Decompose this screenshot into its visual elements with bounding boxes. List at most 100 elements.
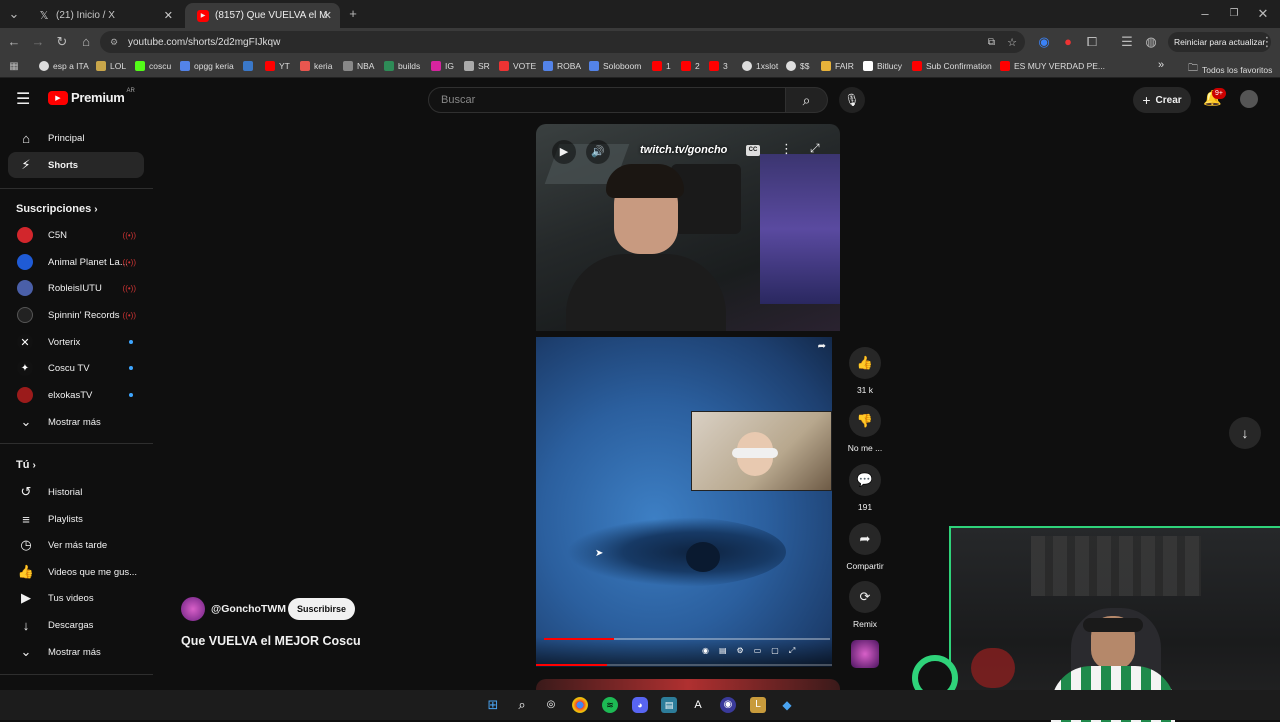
bookmark-star-icon[interactable]: ☆ xyxy=(1007,36,1017,49)
tab-x-home[interactable]: 𝕏 (21) Inicio / X ✕ xyxy=(26,3,181,28)
reload-icon[interactable]: ↻ xyxy=(54,34,70,50)
maximize-icon[interactable]: ❐ xyxy=(1226,6,1242,22)
forward-icon[interactable]: → xyxy=(30,34,46,50)
bookmark-item[interactable]: LOL xyxy=(96,61,126,71)
next-short-button[interactable]: ↓ xyxy=(1229,417,1261,449)
sidebar-item-watch-later[interactable]: ◷ Ver más tarde xyxy=(8,532,144,558)
bookmark-item[interactable] xyxy=(243,61,257,71)
next-short-preview[interactable] xyxy=(536,679,840,690)
fullscreen-icon[interactable]: ⤢ xyxy=(810,141,820,156)
sidebar-item-liked[interactable]: 👍 Videos que me gus... xyxy=(8,559,144,585)
install-app-icon[interactable]: ⧉ xyxy=(988,37,995,48)
share-arrow-icon[interactable]: ➦ xyxy=(818,341,826,352)
volume-button[interactable]: 🔊 xyxy=(586,140,610,164)
sidebar-item-your-videos[interactable]: ▶ Tus videos xyxy=(8,585,144,611)
home-icon[interactable]: ⌂ xyxy=(78,34,94,50)
sidebar-show-more-subs[interactable]: ⌄ Mostrar más xyxy=(8,409,144,435)
shorts-video-bottom[interactable]: ➦ ◉▤⚙▭▢⤢ xyxy=(536,337,832,667)
league-client-icon[interactable]: L xyxy=(750,697,766,713)
discord-icon[interactable]: ◕ xyxy=(632,697,648,713)
bookmark-item[interactable]: 2 xyxy=(681,61,700,71)
sidebar-item-channel[interactable]: RobleisIUTU ((•)) xyxy=(8,275,144,301)
sidebar-item-shorts[interactable]: ⚡ Shorts xyxy=(8,152,144,178)
taskbar-search-icon[interactable]: ⌕ xyxy=(514,697,530,713)
bookmark-item[interactable]: 1xslot xyxy=(742,61,778,71)
more-options-icon[interactable]: ⋮ xyxy=(780,141,793,157)
account-avatar[interactable] xyxy=(1240,90,1258,108)
play-button[interactable]: ▶ xyxy=(552,140,576,164)
subscriptions-heading[interactable]: Suscripciones › xyxy=(16,203,98,215)
bookmark-item[interactable]: ROBA xyxy=(543,61,581,71)
bookmark-item[interactable]: FAIR xyxy=(821,61,854,71)
sidebar-item-channel[interactable]: ✕ Vorterix xyxy=(8,329,144,355)
tab-search-icon[interactable]: ☰ xyxy=(1119,34,1135,50)
subscribe-button[interactable]: Suscribirse xyxy=(288,598,355,620)
hamburger-menu-icon[interactable]: ☰ xyxy=(16,89,30,109)
profile-icon[interactable]: ◍ xyxy=(1143,34,1159,50)
remix-button[interactable]: ⟳ Remix xyxy=(843,581,887,629)
sidebar-item-playlists[interactable]: ≡ Playlists xyxy=(8,506,144,532)
extension-icon[interactable]: ◉ xyxy=(1036,34,1052,50)
youtube-premium-logo[interactable]: ▶ Premium AR xyxy=(48,88,135,105)
close-tab-icon[interactable]: ✕ xyxy=(323,9,332,22)
voice-search-button[interactable]: 🎙 xyxy=(839,87,865,113)
bookmark-item[interactable]: NBA xyxy=(343,61,374,71)
you-heading[interactable]: Tú › xyxy=(16,459,36,471)
adobe-icon[interactable]: A xyxy=(690,697,706,713)
update-button[interactable]: Reiniciar para actualizar xyxy=(1168,32,1272,52)
channel-avatar[interactable] xyxy=(181,597,205,621)
bookmark-item[interactable]: Soloboom xyxy=(589,61,641,71)
bookmark-item[interactable]: 3 xyxy=(709,61,728,71)
all-bookmarks[interactable]: 🗀 Todos los favoritos xyxy=(1188,61,1272,78)
progress-bar[interactable] xyxy=(536,664,832,666)
spotify-icon[interactable]: ≋ xyxy=(602,697,618,713)
sidebar-item-channel[interactable]: ✦ Coscu TV xyxy=(8,355,144,381)
bookmark-item[interactable]: YT xyxy=(265,61,290,71)
app-icon[interactable]: ◆ xyxy=(779,697,795,713)
bookmark-item[interactable]: opgg keria xyxy=(180,61,234,71)
search-button[interactable]: ⌕ xyxy=(786,87,828,113)
bookmark-item[interactable]: esp a ITA xyxy=(39,61,89,71)
chrome-icon[interactable] xyxy=(572,697,588,713)
close-tab-icon[interactable]: ✕ xyxy=(164,9,173,22)
extensions-icon[interactable]: ⧠ xyxy=(1084,34,1100,50)
comments-button[interactable]: 💬 191 xyxy=(843,464,887,512)
sidebar-item-channel[interactable]: elxokasTV xyxy=(8,382,144,408)
bookmark-item[interactable]: SR xyxy=(464,61,490,71)
steam-icon[interactable]: ◎ xyxy=(543,697,559,713)
extension-icon[interactable]: ● xyxy=(1060,34,1076,50)
shorts-video-top[interactable]: ▶ 🔊 twitch.tv/goncho CC ⋮ ⤢ xyxy=(536,124,840,331)
bookmark-item[interactable]: Bitlucy xyxy=(863,61,902,71)
like-button[interactable]: 👍 31 k xyxy=(843,347,887,395)
site-info-icon[interactable]: ⚙ xyxy=(110,37,118,48)
menu-icon[interactable]: ⋮ xyxy=(1259,34,1275,50)
minimize-icon[interactable]: – xyxy=(1197,6,1213,22)
notepad-icon[interactable]: ▤ xyxy=(661,697,677,713)
sidebar-item-channel[interactable]: Animal Planet La... ((•)) xyxy=(8,249,144,275)
captions-icon[interactable]: CC xyxy=(746,145,760,156)
sidebar-item-home[interactable]: ⌂ Principal xyxy=(8,125,144,151)
new-tab-icon[interactable]: + xyxy=(345,6,361,22)
bookmark-item[interactable]: Sub Confirmation xyxy=(912,61,992,71)
short-title[interactable]: Que VUELVA el MEJOR Coscu xyxy=(181,634,361,648)
bookmark-item[interactable]: builds xyxy=(384,61,420,71)
windows-start-icon[interactable]: ⊞ xyxy=(485,697,501,713)
obs-icon[interactable]: ◉ xyxy=(720,697,736,713)
sidebar-show-more-you[interactable]: ⌄ Mostrar más xyxy=(8,639,144,665)
create-button[interactable]: + Crear xyxy=(1133,87,1191,113)
search-input[interactable]: Buscar xyxy=(428,87,786,113)
sound-thumbnail[interactable] xyxy=(851,640,879,668)
sidebar-item-channel[interactable]: Spinnin' Records ((•)) xyxy=(8,302,144,328)
bookmark-item[interactable]: IG xyxy=(431,61,454,71)
tab-list-icon[interactable]: ⌄ xyxy=(6,6,22,22)
sidebar-item-history[interactable]: ↺ Historial xyxy=(8,479,144,505)
bookmark-item[interactable]: keria xyxy=(300,61,332,71)
bookmark-item[interactable]: coscu xyxy=(135,61,171,71)
sidebar-item-downloads[interactable]: ↓ Descargas xyxy=(8,612,144,638)
dislike-button[interactable]: 👎 No me ... xyxy=(843,405,887,453)
close-window-icon[interactable]: ✕ xyxy=(1255,6,1271,22)
apps-grid-icon[interactable]: ▦ xyxy=(6,59,22,75)
tab-youtube-short[interactable]: ▶ (8157) Que VUELVA el MEJOR C ✕ xyxy=(185,3,340,28)
bookmark-item[interactable]: 1 xyxy=(652,61,671,71)
url-field[interactable]: ⚙ youtube.com/shorts/2d2mgFIJkqw ⧉ ☆ xyxy=(100,31,1025,53)
